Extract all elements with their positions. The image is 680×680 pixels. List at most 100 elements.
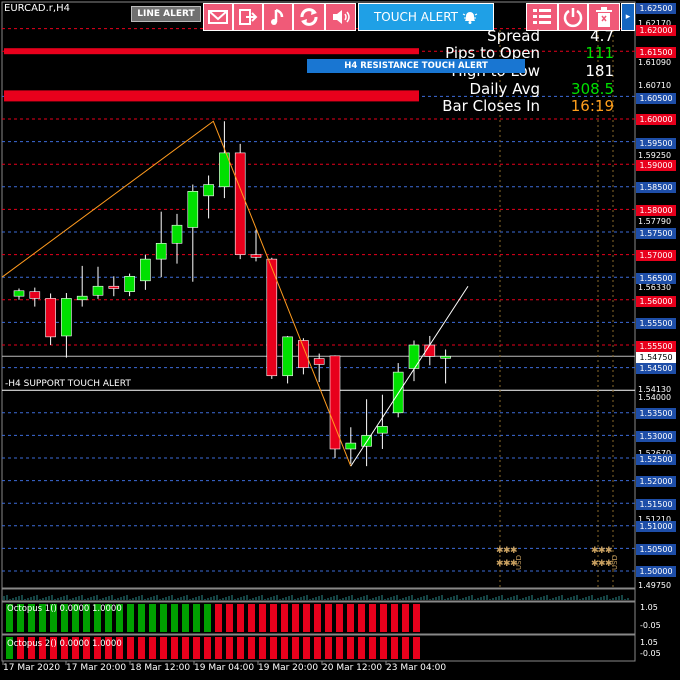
email-alert-button[interactable] [203,3,233,31]
price-tick-label: 1.52500 [636,454,676,465]
price-tick-label: 1.54500 [636,363,676,374]
envelope-icon [208,10,228,24]
indicator-bar [204,604,211,632]
indicator-bar [270,637,277,659]
candle-body [124,275,135,292]
candle-body [345,442,357,450]
candle-body [45,298,56,338]
export-button[interactable] [233,3,263,31]
bar-closes-in-value: 16:19 [570,97,614,115]
indicator-bar [413,637,420,659]
indicator-bar [138,637,145,659]
candle-body [140,258,151,282]
price-tick-label: 1.54000 [638,393,672,402]
price-tick-label: 1.58500 [636,182,676,193]
pips-to-open-value: 111 [585,44,614,62]
indicator-2-scale-bottom: -0.05 [640,649,661,658]
touch-alert-label: TOUCH ALERT [373,10,459,24]
scroll-right-button[interactable]: ▸ [621,3,635,31]
indicator-bar [292,637,299,659]
candle-body [92,285,104,296]
indicator-bar [270,604,277,632]
indicator-bar [226,604,233,632]
indicator-bar [358,637,365,659]
candle-body [203,184,214,197]
price-tick-label: 1.58000 [636,205,676,216]
touch-alert-button[interactable]: TOUCH ALERT [358,3,494,31]
export-icon [239,9,258,25]
indicator-bar [281,637,288,659]
daily-avg-value: 308.5 [571,80,614,98]
power-icon [563,8,583,28]
power-button[interactable] [558,3,588,31]
price-tick-label: 1.57790 [638,217,672,226]
indicator-bar [160,637,167,659]
news-event-tag[interactable]: USD [611,555,619,570]
price-tick-label: 1.52000 [636,476,676,487]
indicator-bar [303,604,310,632]
indicator-bar [127,637,134,659]
price-tick-label: 1.56330 [638,283,672,292]
indicator-bar [138,604,145,632]
indicator-bar [369,604,376,632]
candle-body [282,336,293,377]
date-tick-label: 19 Mar 04:00 [194,663,255,673]
indicator-bar [347,637,354,659]
news-event-tag[interactable]: USD [515,555,523,570]
indicator-bar [171,604,178,632]
indicator-bar [237,637,244,659]
price-tick-label: 1.57000 [636,250,676,261]
price-tick-label: 1.60710 [638,81,672,90]
candle-body [408,344,420,369]
indicator-bar [314,637,321,659]
indicator-bar [413,604,420,632]
indicator-bar [402,637,409,659]
high-to-low-value: 181 [585,62,614,80]
candle-body [171,224,183,244]
indicator-bar [226,637,233,659]
price-tick-label: 1.50000 [636,566,676,577]
candle-body [155,243,167,260]
sound-alert-button[interactable] [263,3,293,31]
indicator-1-scale-bottom: -0.05 [640,621,661,630]
price-tick-label: 1.56000 [636,296,676,307]
indicator-bar [171,637,178,659]
uptrend-line [350,285,469,467]
price-tick-label: 1.59500 [636,138,676,149]
price-tick-label: 1.53000 [636,431,676,442]
indicator-1-scale-top: 1.05 [640,603,658,612]
indicator-bar [215,604,222,632]
spread-value: 4.7 [590,27,614,45]
indicator-bar [237,604,244,632]
candle-body [377,426,388,434]
support-alert-label[interactable]: -H4 SUPPORT TOUCH ALERT [5,379,131,389]
indicator-bar [303,637,310,659]
price-tick-label: 1.51500 [636,499,676,510]
bar-closes-in-label: Bar Closes In [442,97,540,115]
indicator-1-label: Octopus 1() 0.0000 1.0000 [7,604,122,614]
refresh-button[interactable] [293,3,325,31]
candle-body [313,358,325,365]
price-tick-label: 1.62500 [636,3,676,14]
candle-body [298,340,309,368]
line-alert-button[interactable]: LINE ALERT [131,6,201,22]
price-tick-label: 1.62000 [636,25,676,36]
resistance-alert-banner[interactable]: H4 RESISTANCE TOUCH ALERT [307,59,525,73]
date-tick-label: 20 Mar 12:00 [322,663,383,673]
resistance-zone [4,90,419,102]
indicator-bar [160,604,167,632]
list-icon [533,9,551,24]
indicator-bar [281,604,288,632]
candle-body [234,152,246,255]
indicator-bar [336,604,343,632]
indicator-bar [149,637,156,659]
symbol-label: EURCAD.r,H4 [4,3,70,14]
bell-icon [462,12,478,24]
speaker-button[interactable] [325,3,356,31]
indicator-bar [391,637,398,659]
indicator-bar [259,604,266,632]
date-tick-label: 18 Mar 12:00 [130,663,191,673]
indicator-bar [325,637,332,659]
indicator-bar [380,637,387,659]
price-tick-label: 1.61090 [638,58,672,67]
